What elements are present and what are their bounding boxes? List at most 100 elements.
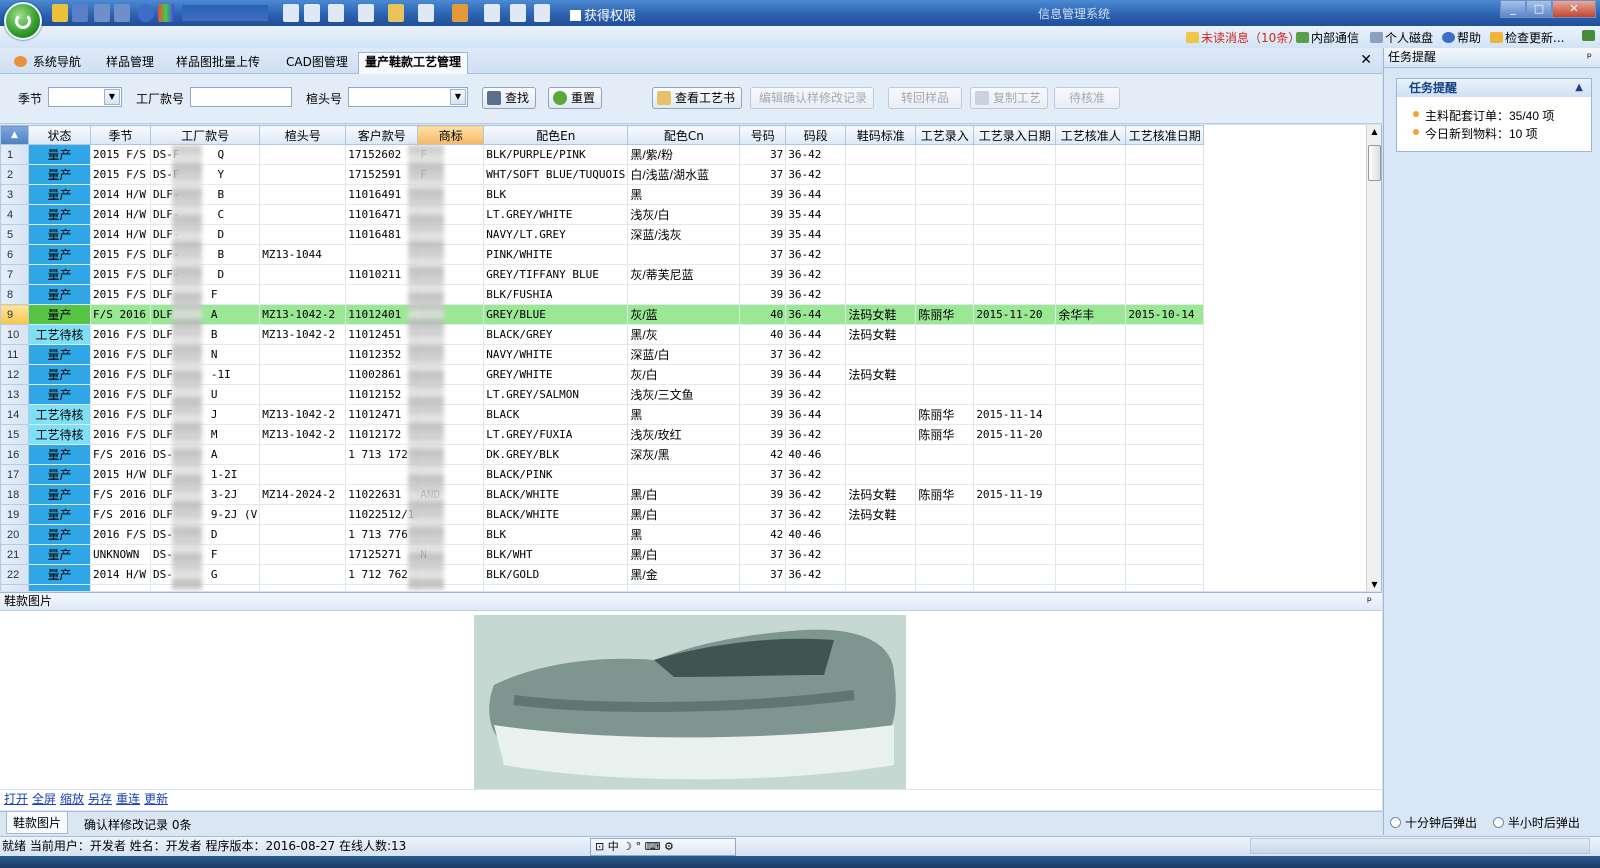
cell-season[interactable]: 2016 F/S: [90, 424, 151, 445]
cell-edate[interactable]: [973, 244, 1057, 265]
task-item[interactable]: 主料配套订单：35/40 项: [1413, 107, 1554, 124]
cell-en[interactable]: BLACK/WHITE: [483, 504, 629, 525]
cell[interactable]: [0, 584, 29, 591]
cell-season[interactable]: 2014 H/W: [90, 564, 151, 585]
cell-last[interactable]: MZ14-2024-2: [259, 484, 347, 505]
cell-last[interactable]: [259, 284, 347, 305]
cell-cust[interactable]: 11010211: [345, 264, 419, 285]
cell-size[interactable]: 39: [739, 364, 787, 385]
cell-size[interactable]: 37: [739, 464, 787, 485]
copy-process-button[interactable]: 复制工艺: [970, 87, 1049, 109]
cell-edate[interactable]: 2015-11-19: [973, 484, 1057, 505]
cell[interactable]: [483, 584, 629, 591]
chevron-down-icon[interactable]: ▼: [104, 89, 120, 105]
cell-std[interactable]: [845, 244, 917, 265]
cell-cn[interactable]: 黑/白: [627, 544, 741, 565]
cell-entry[interactable]: [915, 384, 975, 405]
cell-cn[interactable]: [627, 464, 741, 485]
cell-factory[interactable]: DLF A: [150, 304, 261, 325]
tab-sample-mgmt[interactable]: 样品管理: [100, 52, 160, 74]
cell-std[interactable]: [845, 444, 917, 465]
cell-cust[interactable]: 11012152: [345, 384, 419, 405]
cell-appr[interactable]: [1055, 404, 1127, 425]
view-process-button[interactable]: 查看工艺书: [652, 87, 743, 109]
scroll-down-icon[interactable]: ▼: [1367, 580, 1381, 589]
cell-size[interactable]: 39: [739, 484, 787, 505]
cell-season[interactable]: 2016 F/S: [90, 384, 151, 405]
cell-std[interactable]: [845, 424, 917, 445]
row-number[interactable]: 18: [0, 484, 29, 505]
cell-cust[interactable]: 11022512/1: [345, 504, 419, 525]
cell-cn[interactable]: 黑/白: [627, 484, 741, 505]
cell-std[interactable]: [845, 564, 917, 585]
cell-appr[interactable]: [1055, 364, 1127, 385]
cell-last[interactable]: [259, 364, 347, 385]
return-sample-button[interactable]: 转回样品: [888, 87, 963, 109]
cell-std[interactable]: [845, 524, 917, 545]
row-number[interactable]: 3: [0, 184, 29, 205]
cell-cust[interactable]: [345, 464, 419, 485]
cell-season[interactable]: F/S 2016: [90, 304, 151, 325]
cell-edate[interactable]: [973, 564, 1057, 585]
cell-en[interactable]: BLACK/GREY: [483, 324, 629, 345]
open-link[interactable]: 打开: [4, 792, 28, 806]
cell-edate[interactable]: [973, 184, 1057, 205]
print-icon[interactable]: [534, 4, 550, 22]
tab-cad[interactable]: CAD图管理: [280, 52, 354, 74]
cell-last[interactable]: [259, 444, 347, 465]
cell-edate[interactable]: [973, 464, 1057, 485]
cell-factory[interactable]: DS- G: [150, 564, 261, 585]
row-number[interactable]: 17: [0, 464, 29, 485]
cell-range[interactable]: 36-42: [785, 384, 847, 405]
cell-std[interactable]: 法码女鞋: [845, 324, 917, 345]
minimize-button[interactable]: _: [1500, 0, 1526, 18]
chevron-down-icon[interactable]: ▼: [450, 89, 466, 105]
cell-season[interactable]: 2015 H/W: [90, 464, 151, 485]
cell-cust[interactable]: 11022631: [345, 484, 419, 505]
cell-en[interactable]: BLK: [483, 184, 629, 205]
task-box-header[interactable]: 任务提醒 ▲: [1397, 79, 1591, 97]
internal-comm-link[interactable]: 内部通信: [1296, 29, 1359, 46]
scroll-up-icon[interactable]: ▲: [1367, 127, 1381, 136]
cell-appr[interactable]: [1055, 484, 1127, 505]
undo-icon[interactable]: [94, 4, 110, 22]
cell-cust[interactable]: 17125271: [345, 544, 419, 565]
cell-size[interactable]: 39: [739, 204, 787, 225]
cell-std[interactable]: [845, 204, 917, 225]
cell-range[interactable]: 36-42: [785, 544, 847, 565]
edit-confirm-button[interactable]: 编辑确认样修改记录: [750, 87, 875, 109]
fullscreen-link[interactable]: 全屏: [32, 792, 56, 806]
cell-range[interactable]: 36-42: [785, 344, 847, 365]
cell-adate[interactable]: [1125, 564, 1205, 585]
cell-last[interactable]: [259, 204, 347, 225]
cell-std[interactable]: 法码女鞋: [845, 484, 917, 505]
cell-last[interactable]: [259, 164, 347, 185]
cell-factory[interactable]: DLF -1I: [150, 364, 261, 385]
ime-toolbar[interactable]: ⊡ 中 ☽ ° ⌨ ⚙: [590, 838, 736, 856]
cell-range[interactable]: 36-44: [785, 304, 847, 325]
cell-factory[interactable]: DLF U: [150, 384, 261, 405]
cell-entry[interactable]: 陈丽华: [915, 404, 975, 425]
cell-entry[interactable]: [915, 444, 975, 465]
factory-no-input[interactable]: [190, 87, 292, 107]
cell-edate[interactable]: 2015-11-20: [973, 424, 1057, 445]
redo-icon[interactable]: [114, 4, 130, 22]
cell-cust[interactable]: 1 713 776: [345, 524, 419, 545]
maximize-button[interactable]: □: [1526, 0, 1552, 18]
cell-appr[interactable]: [1055, 204, 1127, 225]
column-header[interactable]: 配色En: [483, 125, 629, 145]
cell-adate[interactable]: [1125, 344, 1205, 365]
cell-factory[interactable]: DS- D: [150, 524, 261, 545]
cell-size[interactable]: 37: [739, 544, 787, 565]
cell-size[interactable]: 39: [739, 184, 787, 205]
cell-cn[interactable]: 黑/金: [627, 564, 741, 585]
cell-range[interactable]: 36-42: [785, 144, 847, 165]
cell-factory[interactable]: DS-F Y: [150, 164, 261, 185]
cell-season[interactable]: F/S 2016: [90, 444, 151, 465]
column-header[interactable]: 号码: [739, 125, 787, 145]
cell-appr[interactable]: 余华丰: [1055, 304, 1127, 325]
pin-icon[interactable]: ᵖ: [1587, 48, 1592, 67]
app-orb-button[interactable]: [4, 2, 42, 40]
cell-entry[interactable]: [915, 544, 975, 565]
cell-cn[interactable]: 浅灰/白: [627, 204, 741, 225]
